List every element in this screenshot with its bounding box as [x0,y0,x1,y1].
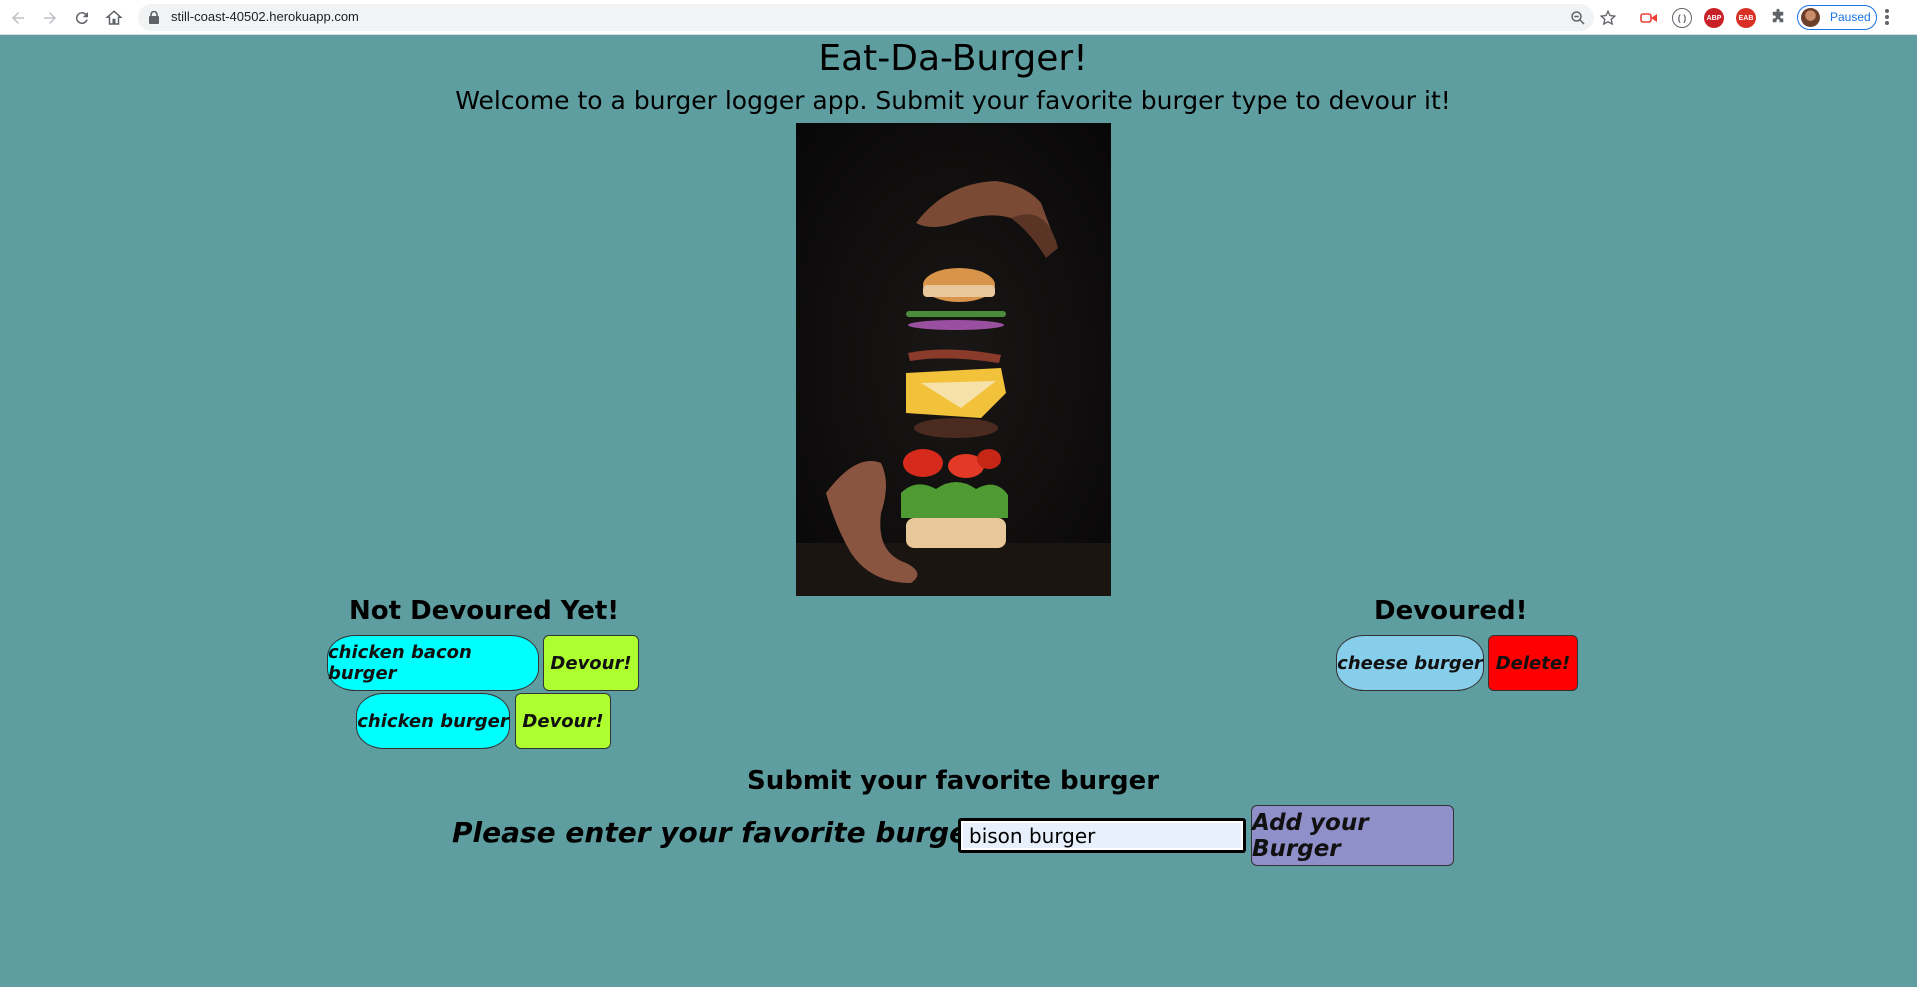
profile-button[interactable]: Paused [1797,5,1877,30]
address-bar[interactable]: still-coast-40502.herokuapp.com [138,4,1617,31]
burger-item-chicken: chicken burger [356,693,510,749]
burger-item-cheese: cheese burger [1336,635,1484,691]
add-burger-button[interactable]: Add your Burger [1251,805,1454,866]
browser-toolbar: still-coast-40502.herokuapp.com ( ) ABP … [0,0,1917,35]
delete-button[interactable]: Delete! [1488,635,1578,691]
devoured-heading: Devoured! [1374,596,1528,626]
more-menu-icon[interactable] [1884,9,1890,27]
welcome-text: Welcome to a burger logger app. Submit y… [455,86,1451,115]
forward-button[interactable] [38,6,62,30]
back-button[interactable] [6,6,30,30]
forward-arrow-icon [44,12,56,24]
reload-icon [75,12,88,25]
home-icon [105,10,123,25]
devour-button[interactable]: Devour! [515,693,611,749]
page-title: Eat-Da-Burger! [818,38,1088,79]
burger-item-chicken-bacon: chicken bacon burger [327,635,539,691]
url-text: still-coast-40502.herokuapp.com [171,9,359,24]
burger-name-input[interactable] [958,818,1246,853]
record-extension-icon[interactable] [1639,8,1659,28]
reload-button[interactable] [70,6,94,30]
submit-heading: Submit your favorite burger [746,766,1160,796]
profile-status: Paused [1830,10,1871,24]
eab-extension-icon[interactable]: EAB [1736,8,1756,28]
not-devoured-heading: Not Devoured Yet! [349,596,620,626]
floating-burger-image [796,123,1111,596]
bookmark-star-icon[interactable] [1599,9,1617,27]
lock-icon [149,11,159,24]
home-button[interactable] [102,6,126,30]
back-arrow-icon [12,12,24,24]
code-extension-icon[interactable]: ( ) [1672,8,1692,28]
zoom-icon[interactable] [1569,9,1587,27]
avatar [1801,8,1820,27]
abp-extension-icon[interactable]: ABP [1704,8,1724,28]
extensions-puzzle-icon[interactable] [1769,8,1787,26]
devour-button[interactable]: Devour! [543,635,639,691]
